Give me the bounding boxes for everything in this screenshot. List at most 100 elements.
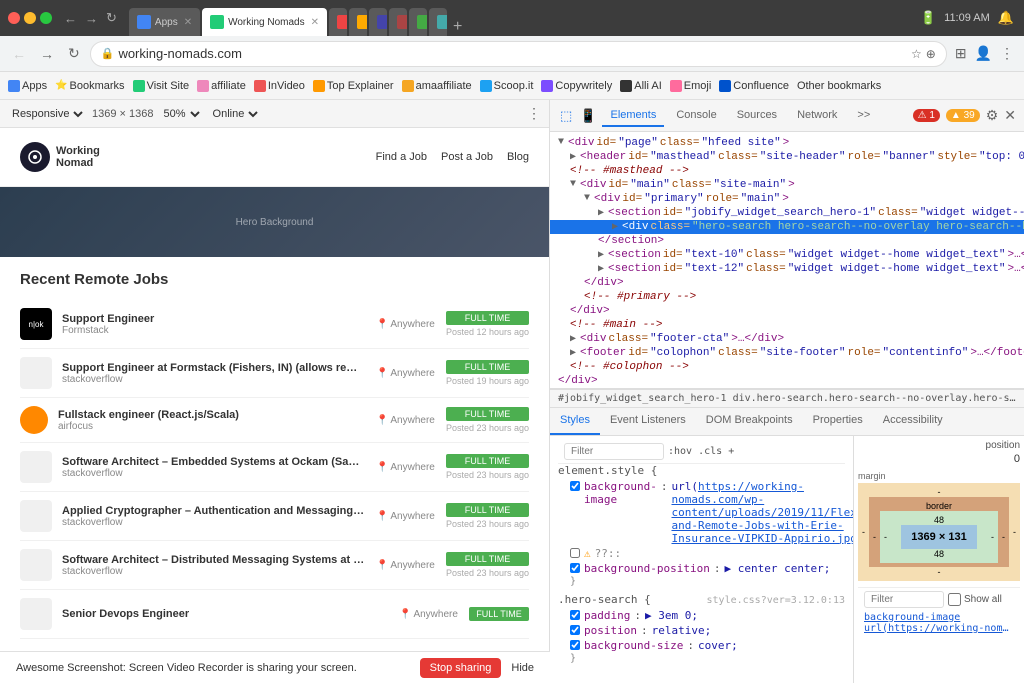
tab-7[interactable] xyxy=(409,8,427,36)
toggle-1[interactable]: ▶ xyxy=(570,151,576,163)
viewport-zoom-select[interactable]: 50% xyxy=(160,107,203,121)
forward-icon[interactable]: → xyxy=(83,9,100,28)
menu-icon[interactable]: ⋮ xyxy=(998,43,1016,64)
style-tab-accessibility[interactable]: Accessibility xyxy=(873,408,953,435)
style-source-link[interactable]: style.css?ver=3.12.0:13 xyxy=(707,595,845,606)
element-line-8[interactable]: ▶ <section id="text-10" class="widget wi… xyxy=(550,248,1024,262)
nav-find-job[interactable]: Find a Job xyxy=(376,151,427,163)
bg-image-link[interactable]: https://working-nomads.com/wp-content/up… xyxy=(671,480,854,545)
prop-check-bg-pos[interactable] xyxy=(570,563,580,573)
bookmark-apps[interactable]: Apps xyxy=(8,80,47,92)
prop-check-bg-image[interactable] xyxy=(570,481,580,491)
element-line-3[interactable]: ▼ <div id="main" class="site-main"> xyxy=(550,178,1024,192)
bookmark-visit-site[interactable]: Visit Site xyxy=(133,80,190,92)
extension-icon[interactable]: ⊕ xyxy=(926,47,936,61)
element-line-4[interactable]: ▼ <div id="primary" role="main"> xyxy=(550,192,1024,206)
toggle-0[interactable]: ▼ xyxy=(558,137,564,148)
toggle-3[interactable]: ▼ xyxy=(570,179,576,190)
devtools-close-icon[interactable]: ✕ xyxy=(1004,107,1016,124)
element-line-0[interactable]: ▼ <div id="page" class="hfeed site"> xyxy=(550,136,1024,150)
inspect-icon[interactable]: ⬚ xyxy=(558,106,574,126)
maximize-button[interactable] xyxy=(40,12,52,24)
element-line-2[interactable]: <!-- #masthead --> xyxy=(550,164,1024,178)
viewport-online-select[interactable]: Online xyxy=(209,107,261,121)
minimize-button[interactable] xyxy=(24,12,36,24)
element-line-12[interactable]: </div> xyxy=(550,304,1024,318)
element-line-6[interactable]: ▶ <div class="hero-search hero-search--n… xyxy=(550,220,1024,234)
element-line-5[interactable]: ▶ <section id="jobify_widget_search_hero… xyxy=(550,206,1024,220)
devtools-tab-console[interactable]: Console xyxy=(668,105,724,127)
back-button[interactable]: ← xyxy=(8,44,30,64)
extension-puzzle-icon[interactable]: ⊞ xyxy=(953,43,969,64)
bookmark-amaaffiliate[interactable]: amaaffiliate xyxy=(402,80,472,92)
back-icon[interactable]: ← xyxy=(62,9,79,28)
show-all-label[interactable]: Show all xyxy=(948,593,1002,606)
prop-check-position[interactable] xyxy=(570,625,580,635)
bookmark-emoji[interactable]: Emoji xyxy=(670,80,712,92)
url-bar[interactable]: 🔒 working-nomads.com ☆ ⊕ xyxy=(90,41,947,67)
refresh-icon[interactable]: ↻ xyxy=(104,8,119,28)
element-line-9[interactable]: ▶ <section id="text-12" class="widget wi… xyxy=(550,262,1024,276)
prop-check-padding[interactable] xyxy=(570,610,580,620)
tab-4[interactable] xyxy=(349,8,367,36)
element-line-16[interactable]: <!-- #colophon --> xyxy=(550,360,1024,374)
tab-1[interactable]: Apps ✕ xyxy=(129,8,200,36)
tab-8[interactable] xyxy=(429,8,447,36)
stop-sharing-button[interactable]: Stop sharing xyxy=(420,658,502,678)
bookmark-bookmarks[interactable]: ⭐ Bookmarks xyxy=(55,80,124,92)
show-all-checkbox[interactable] xyxy=(948,593,961,606)
bookmark-scoopit[interactable]: Scoop.it xyxy=(480,80,534,92)
hide-button[interactable]: Hide xyxy=(511,662,534,674)
bookmark-top-explainer[interactable]: Top Explainer xyxy=(313,80,394,92)
bottom-style-link[interactable]: background-imageurl(https://working-noma… xyxy=(864,612,1014,634)
reload-button[interactable]: ↻ xyxy=(64,43,84,64)
tab-close-1[interactable]: ✕ xyxy=(184,17,192,28)
element-line-14[interactable]: ▶ <div class="footer-cta">…</div> xyxy=(550,332,1024,346)
prop-check-warning[interactable] xyxy=(570,548,580,558)
account-icon[interactable]: 👤 xyxy=(973,43,994,64)
element-line-13[interactable]: <!-- #main --> xyxy=(550,318,1024,332)
viewport-mode-select[interactable]: Responsive xyxy=(8,107,86,121)
tab-5[interactable] xyxy=(369,8,387,36)
element-line-17[interactable]: </div> xyxy=(550,374,1024,388)
close-button[interactable] xyxy=(8,12,20,24)
style-tab-styles[interactable]: Styles xyxy=(550,408,600,435)
style-tab-event-listeners[interactable]: Event Listeners xyxy=(600,408,696,435)
element-line-11[interactable]: <!-- #primary --> xyxy=(550,290,1024,304)
devtools-tab-more[interactable]: >> xyxy=(849,105,878,127)
tab-6[interactable] xyxy=(389,8,407,36)
forward-button[interactable]: → xyxy=(36,44,58,64)
toggle-4[interactable]: ▼ xyxy=(584,193,590,204)
style-tab-dom-breakpoints[interactable]: DOM Breakpoints xyxy=(696,408,803,435)
element-line-10[interactable]: </div> xyxy=(550,276,1024,290)
bookmark-alliai[interactable]: Alli AI xyxy=(620,80,662,92)
bookmark-confluence[interactable]: Confluence xyxy=(719,80,789,92)
viewport-more-icon[interactable]: ⋮ xyxy=(527,105,541,122)
star-icon[interactable]: ☆ xyxy=(911,47,922,61)
devtools-tab-sources[interactable]: Sources xyxy=(729,105,785,127)
filter-pseudo[interactable]: :hov .cls + xyxy=(668,446,734,457)
device-icon[interactable]: 📱 xyxy=(578,106,598,126)
new-tab-button[interactable]: + xyxy=(449,18,466,36)
bookmark-affiliate[interactable]: affiliate xyxy=(197,80,246,92)
filter-input[interactable] xyxy=(564,443,664,460)
tab-2[interactable]: Working Nomads ✕ xyxy=(202,8,327,36)
style-tab-properties[interactable]: Properties xyxy=(803,408,873,435)
element-line-15[interactable]: ▶ <footer id="colophon" class="site-foot… xyxy=(550,346,1024,360)
nav-blog[interactable]: Blog xyxy=(507,151,529,163)
tab-3[interactable] xyxy=(329,8,347,36)
devtools-tab-elements[interactable]: Elements xyxy=(602,105,664,127)
bookmark-invideo[interactable]: InVideo xyxy=(254,80,305,92)
bottom-filter-input[interactable] xyxy=(864,591,944,608)
nav-post-job[interactable]: Post a Job xyxy=(441,151,493,163)
prop-check-bg-size[interactable] xyxy=(570,640,580,650)
notification-icon[interactable]: 🔔 xyxy=(996,8,1016,28)
bookmark-other[interactable]: Other bookmarks xyxy=(797,80,881,92)
devtools-settings-icon[interactable]: ⚙ xyxy=(986,107,999,124)
devtools-tab-network[interactable]: Network xyxy=(789,105,845,127)
element-line-1[interactable]: ▶ <header id="masthead" class="site-head… xyxy=(550,150,1024,164)
element-line-7[interactable]: </section> xyxy=(550,234,1024,248)
tab-close-2[interactable]: ✕ xyxy=(311,17,319,28)
toggle-5[interactable]: ▶ xyxy=(598,207,604,219)
bookmark-copywritely[interactable]: Copywritely xyxy=(541,80,612,92)
